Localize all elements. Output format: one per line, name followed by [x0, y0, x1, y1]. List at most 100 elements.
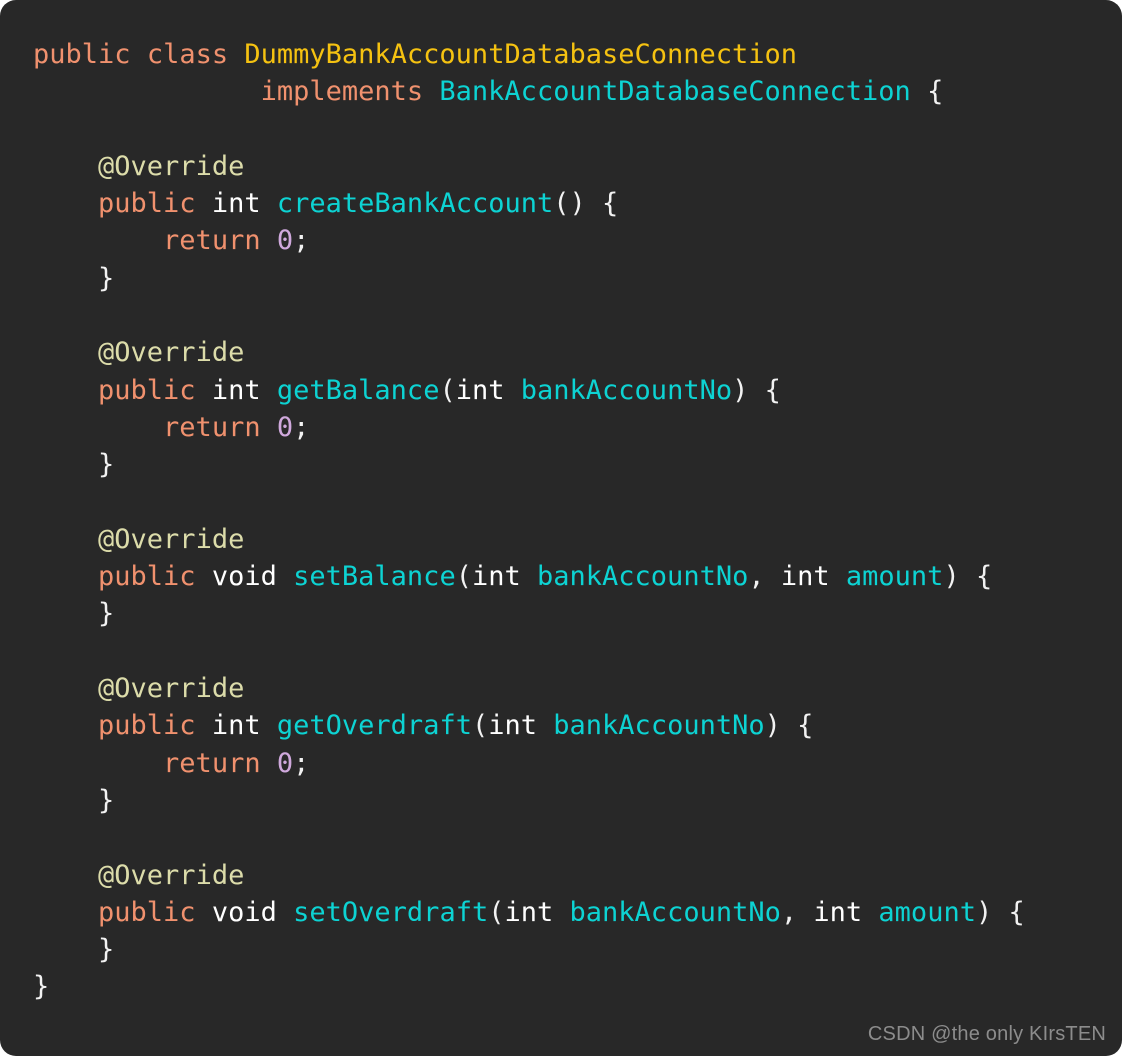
brace-close: }: [98, 934, 115, 966]
code-line-return-3: return 0;: [0, 745, 1122, 782]
keyword-class: class: [146, 39, 229, 70]
type-int: int: [211, 374, 261, 406]
paren-close-brace: ) {: [943, 561, 993, 593]
number-zero: 0: [276, 747, 294, 779]
code-line-class-close: }: [0, 968, 1122, 1005]
code-line-method-close-2: }: [0, 446, 1122, 483]
paren-close-brace: ) {: [732, 374, 781, 406]
keyword-public: public: [98, 374, 196, 406]
method-name-createBankAccount: createBankAccount: [276, 188, 554, 220]
code-line-method-close-3: }: [0, 595, 1122, 632]
brace-close: }: [98, 449, 115, 481]
param-name-bankAccountNo: bankAccountNo: [537, 561, 749, 593]
type-void: void: [211, 561, 277, 593]
annotation-override: @Override: [98, 859, 245, 891]
annotation-override: @Override: [98, 337, 245, 369]
paren-open: (: [455, 561, 472, 593]
java-code-block[interactable]: public class DummyBankAccountDatabaseCon…: [0, 36, 1122, 1006]
empty-params-and-brace: () {: [553, 188, 619, 220]
code-line-method-getOverdraft: public int getOverdraft(int bankAccountN…: [0, 707, 1122, 744]
comma: ,: [780, 896, 814, 928]
brace-open: {: [927, 76, 944, 108]
code-line-class-decl: public class DummyBankAccountDatabaseCon…: [0, 36, 1122, 73]
code-line-implements: implements BankAccountDatabaseConnection…: [0, 73, 1122, 110]
comma: ,: [748, 561, 781, 593]
code-line-return-1: return 0;: [0, 222, 1122, 259]
code-line-annotation-2: @Override: [0, 334, 1122, 371]
paren-open: (: [488, 896, 505, 928]
keyword-public: public: [98, 561, 196, 593]
type-int: int: [211, 710, 261, 742]
number-zero: 0: [276, 225, 294, 257]
code-line-annotation-5: @Override: [0, 857, 1122, 894]
semicolon: ;: [293, 225, 310, 257]
code-line-method-close-4: }: [0, 782, 1122, 819]
annotation-override: @Override: [98, 150, 245, 182]
method-name-getBalance: getBalance: [276, 374, 440, 406]
brace-close: }: [98, 598, 115, 630]
number-zero: 0: [276, 411, 294, 443]
csdn-watermark: CSDN @the only KIrsTEN: [867, 1023, 1106, 1045]
param-name-amount: amount: [845, 561, 944, 593]
code-line-method-getBalance: public int getBalance(int bankAccountNo)…: [0, 372, 1122, 409]
param-type-int: int: [488, 710, 538, 742]
code-snippet-card: public class DummyBankAccountDatabaseCon…: [0, 0, 1122, 1056]
code-line-annotation-4: @Override: [0, 670, 1122, 707]
code-line-method-close-1: }: [0, 260, 1122, 297]
param-type-int: int: [780, 561, 830, 593]
keyword-public: public: [33, 39, 131, 70]
code-line-method-setOverdraft: public void setOverdraft(int bankAccount…: [0, 894, 1122, 931]
param-name-bankAccountNo: bankAccountNo: [553, 710, 765, 742]
code-line-annotation-3: @Override: [0, 521, 1122, 558]
keyword-public: public: [98, 710, 196, 742]
keyword-public: public: [98, 188, 196, 220]
type-int: int: [211, 188, 261, 220]
param-type-int: int: [504, 896, 554, 928]
interface-name: BankAccountDatabaseConnection: [439, 76, 911, 108]
param-name-bankAccountNo: bankAccountNo: [569, 896, 781, 928]
keyword-return: return: [163, 225, 261, 257]
brace-close-class: }: [33, 971, 50, 1003]
paren-open: (: [439, 374, 456, 406]
class-name: DummyBankAccountDatabaseConnection: [244, 39, 798, 70]
code-line-method-createBankAccount: public int createBankAccount() {: [0, 185, 1122, 222]
type-void: void: [211, 896, 277, 928]
paren-close-brace: ) {: [975, 896, 1025, 928]
keyword-public: public: [98, 896, 196, 928]
